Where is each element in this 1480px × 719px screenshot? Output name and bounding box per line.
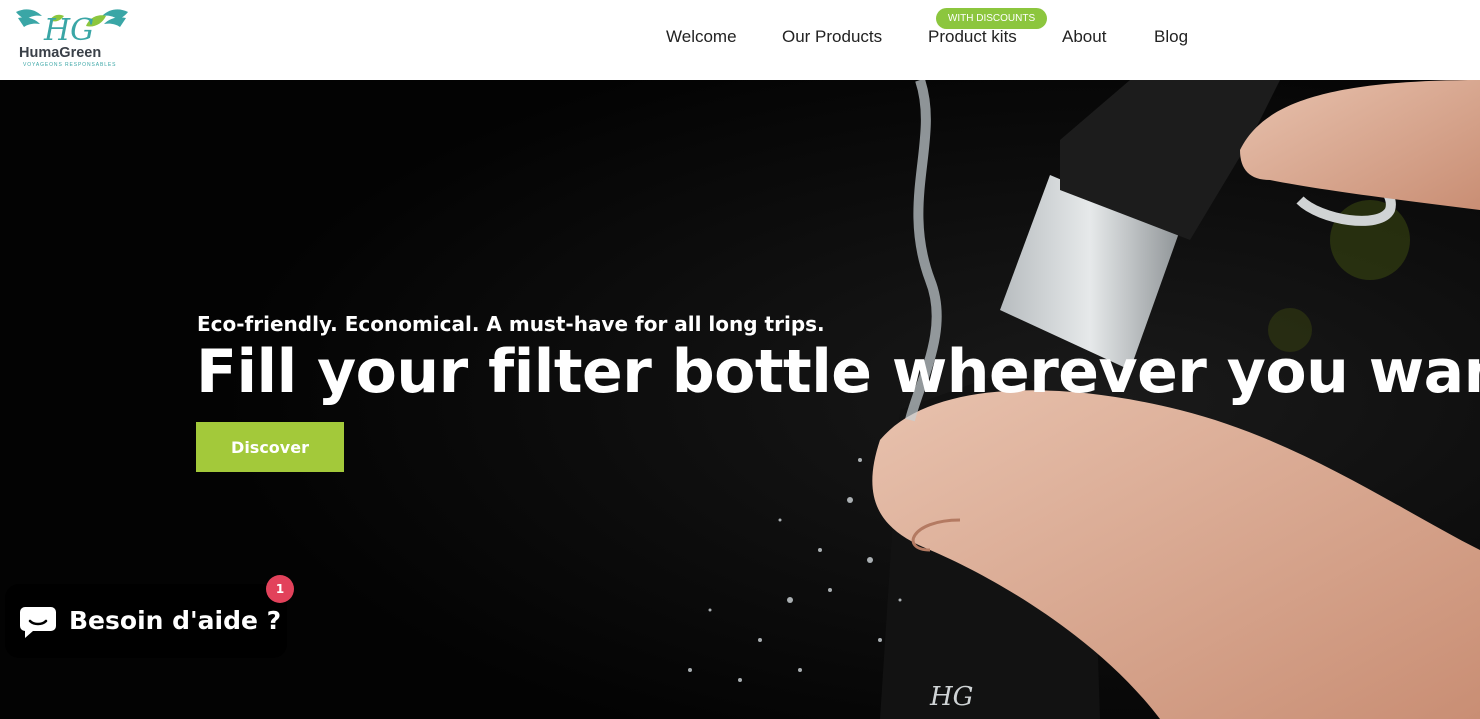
svg-text:HG: HG [43, 13, 94, 48]
discount-badge: WITH DISCOUNTS [936, 8, 1047, 29]
chat-bubble-icon [20, 607, 56, 638]
nav-item-product-kits[interactable]: Product kits [928, 27, 1017, 47]
help-chat-button[interactable]: Besoin d'aide ? [5, 584, 287, 658]
hero-title: Fill your filter bottle wherever you wan… [196, 337, 1480, 407]
hero-tagline: Eco-friendly. Economical. A must-have fo… [197, 312, 825, 336]
brand-name: HumaGreen [19, 45, 102, 61]
nav-item-blog[interactable]: Blog [1154, 27, 1188, 47]
nav-item-welcome[interactable]: Welcome [666, 27, 737, 47]
logo-wings-icon: HG [16, 9, 128, 48]
brand-logo[interactable]: HG HumaGreen VOYAGEONS RESPONSABLES [6, 6, 130, 70]
nav-item-our-products[interactable]: Our Products [782, 27, 882, 47]
svg-text:HG: HG [929, 682, 973, 712]
site-header: HG HumaGreen VOYAGEONS RESPONSABLES Welc… [0, 0, 1480, 80]
unread-count-badge: 1 [266, 575, 294, 603]
chat-label: Besoin d'aide ? [69, 606, 282, 635]
nav-item-about[interactable]: About [1062, 27, 1106, 47]
brand-tagline: VOYAGEONS RESPONSABLES [23, 62, 117, 68]
discover-button[interactable]: Discover [196, 422, 344, 472]
